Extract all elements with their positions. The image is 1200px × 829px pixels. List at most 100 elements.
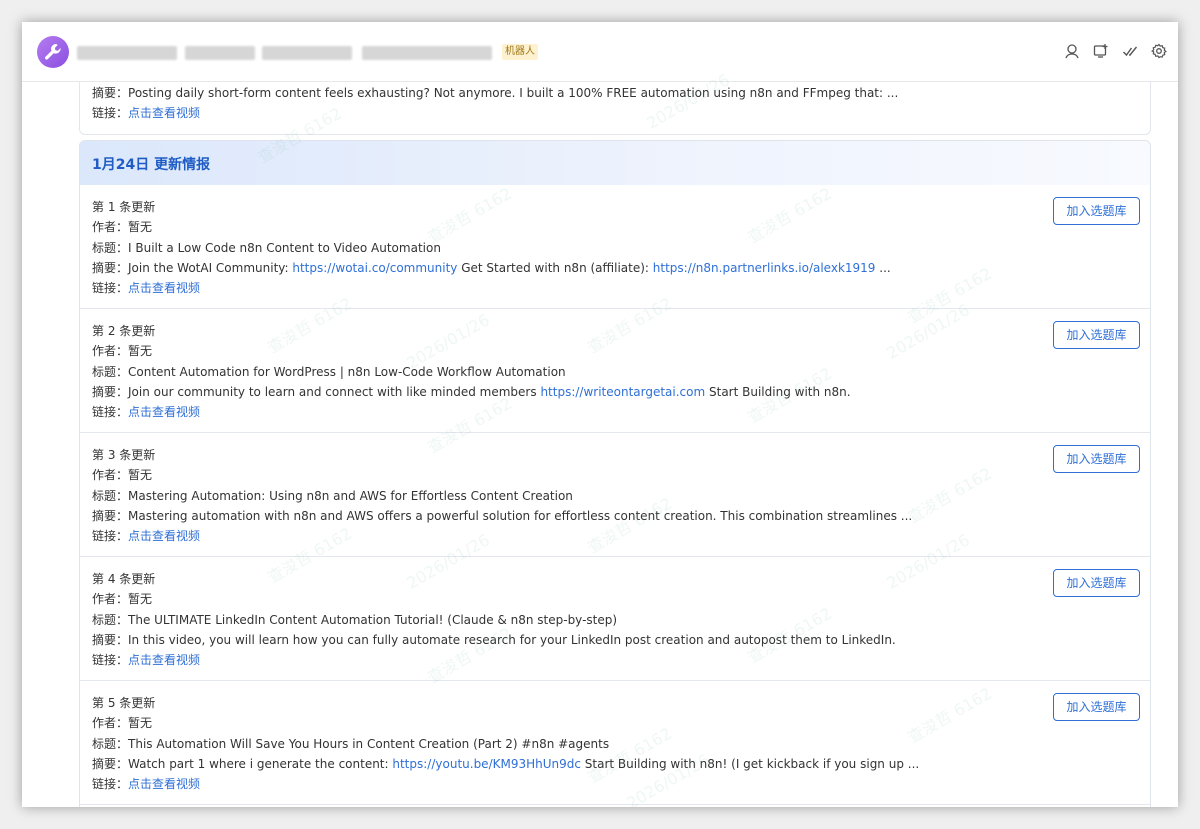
add-to-topic-library-button[interactable]: 加入选题库 (1053, 569, 1140, 597)
summary-label: 摘要： (92, 261, 129, 275)
update-index: 第 4 条更新 (92, 572, 156, 586)
update-index: 第 2 条更新 (92, 324, 156, 338)
title-line: 标题：The ULTIMATE LinkedIn Content Automat… (92, 612, 617, 628)
update-item: 第 4 条更新 作者：暂无 标题：The ULTIMATE LinkedIn C… (80, 557, 1150, 681)
link-line: 链接：点击查看视频 (92, 776, 200, 792)
video-link[interactable]: 点击查看视频 (128, 281, 200, 295)
link-line: 链接：点击查看视频 (92, 528, 200, 544)
video-link[interactable]: 点击查看视频 (128, 106, 200, 120)
title-line: 标题：Content Automation for WordPress | n8… (92, 364, 566, 380)
summary-link[interactable]: https://youtu.be/KM93HhUn9dc (392, 757, 581, 771)
app-window: 机器人 摘要：Posting daily short-form content … (22, 22, 1178, 807)
summary-line: 摘要：Join our community to learn and conne… (92, 384, 851, 400)
summary-text: Join our community to learn and connect … (128, 385, 541, 399)
author-line: 作者：暂无 (92, 591, 152, 607)
daily-update-card: 1月24日 更新情报 第 1 条更新 作者：暂无 标题：I Built a Lo… (79, 140, 1151, 807)
summary-line: 摘要：Posting daily short-form content feel… (92, 85, 898, 101)
link-label: 链接： (92, 777, 129, 791)
author-value: 暂无 (128, 344, 153, 358)
summary-text: Watch part 1 where i generate the conten… (128, 757, 393, 771)
title-value: Mastering Automation: Using n8n and AWS … (128, 489, 573, 503)
daily-update-header: 1月24日 更新情报 (80, 141, 1150, 185)
title-value: Content Automation for WordPress | n8n L… (128, 365, 566, 379)
author-label: 作者： (92, 592, 129, 606)
link-label: 链接： (92, 106, 129, 120)
redacted-name-block (362, 46, 492, 60)
chat-header: 机器人 (22, 22, 1178, 82)
link-line: 链接：点击查看视频 (92, 280, 200, 296)
summary-label: 摘要： (92, 633, 129, 647)
author-line: 作者：暂无 (92, 715, 152, 731)
summary-text: Start Building with n8n! (I get kickback… (580, 757, 920, 771)
author-label: 作者： (92, 344, 129, 358)
update-index: 第 5 条更新 (92, 696, 156, 710)
link-label: 链接： (92, 529, 129, 543)
summary-text: Mastering automation with n8n and AWS of… (128, 509, 913, 523)
title-label: 标题： (92, 613, 129, 627)
summary-line: 摘要：In this video, you will learn how you… (92, 632, 896, 648)
check-icon[interactable] (1122, 43, 1138, 59)
video-link[interactable]: 点击查看视频 (128, 405, 200, 419)
title-label: 标题： (92, 737, 129, 751)
video-link[interactable]: 点击查看视频 (128, 653, 200, 667)
author-value: 暂无 (128, 716, 153, 730)
previous-update-card: 摘要：Posting daily short-form content feel… (79, 81, 1151, 135)
summary-text: ... (875, 261, 891, 275)
summary-text: Get Started with n8n (affiliate): (457, 261, 653, 275)
title-line: 标题：Mastering Automation: Using n8n and A… (92, 488, 573, 504)
title-label: 标题： (92, 365, 129, 379)
author-line: 作者：暂无 (92, 343, 152, 359)
title-value: This Automation Will Save You Hours in C… (128, 737, 610, 751)
link-line: 链接：点击查看视频 (92, 404, 200, 420)
video-link[interactable]: 点击查看视频 (128, 777, 200, 791)
gear-icon[interactable] (1151, 43, 1167, 59)
title-value: I Built a Low Code n8n Content to Video … (128, 241, 441, 255)
update-item: 第 3 条更新 作者：暂无 标题：Mastering Automation: U… (80, 433, 1150, 557)
author-label: 作者： (92, 716, 129, 730)
daily-update-title: 1月24日 更新情报 (92, 157, 211, 173)
summary-label: 摘要： (92, 757, 129, 771)
author-value: 暂无 (128, 468, 153, 482)
title-label: 标题： (92, 489, 129, 503)
update-item: 第 1 条更新 作者：暂无 标题：I Built a Low Code n8n … (80, 185, 1150, 309)
summary-line: 摘要：Join the WotAI Community: https://wot… (92, 260, 891, 276)
update-item: 第 5 条更新 作者：暂无 标题：This Automation Will Sa… (80, 681, 1150, 805)
author-value: 暂无 (128, 592, 153, 606)
author-line: 作者：暂无 (92, 467, 152, 483)
link-line: 链接：点击查看视频 (92, 652, 200, 668)
summary-link[interactable]: https://wotai.co/community (292, 261, 457, 275)
summary-text: Posting daily short-form content feels e… (128, 86, 899, 100)
summary-label: 摘要： (92, 385, 129, 399)
title-line: 标题：This Automation Will Save You Hours i… (92, 736, 609, 752)
summary-link[interactable]: https://writeontargetai.com (540, 385, 705, 399)
update-index: 第 3 条更新 (92, 448, 156, 462)
update-index: 第 1 条更新 (92, 200, 156, 214)
title-label: 标题： (92, 241, 129, 255)
add-to-topic-library-button[interactable]: 加入选题库 (1053, 197, 1140, 225)
add-to-topic-library-button[interactable]: 加入选题库 (1053, 445, 1140, 473)
redacted-name-block (185, 46, 255, 60)
video-link[interactable]: 点击查看视频 (128, 529, 200, 543)
message-list[interactable]: 摘要：Posting daily short-form content feel… (22, 70, 1178, 807)
author-label: 作者： (92, 220, 129, 234)
add-to-topic-library-button[interactable]: 加入选题库 (1053, 693, 1140, 721)
summary-text: In this video, you will learn how you ca… (128, 633, 896, 647)
add-to-topic-library-button[interactable]: 加入选题库 (1053, 321, 1140, 349)
bot-avatar[interactable] (37, 36, 69, 68)
summary-link[interactable]: https://n8n.partnerlinks.io/alexk1919 (653, 261, 876, 275)
robot-badge: 机器人 (502, 44, 538, 60)
add-screen-icon[interactable] (1093, 43, 1109, 59)
summary-text: Start Building with n8n. (705, 385, 851, 399)
summary-label: 摘要： (92, 509, 129, 523)
link-line: 链接：点击查看视频 (92, 105, 200, 121)
redacted-name-block (262, 46, 352, 60)
author-label: 作者： (92, 468, 129, 482)
search-user-icon[interactable] (1064, 43, 1080, 59)
summary-label: 摘要： (92, 86, 129, 100)
title-value: The ULTIMATE LinkedIn Content Automation… (128, 613, 618, 627)
author-value: 暂无 (128, 220, 153, 234)
author-line: 作者：暂无 (92, 219, 152, 235)
redacted-name-block (77, 46, 177, 60)
link-label: 链接： (92, 405, 129, 419)
wrench-icon (45, 44, 61, 60)
